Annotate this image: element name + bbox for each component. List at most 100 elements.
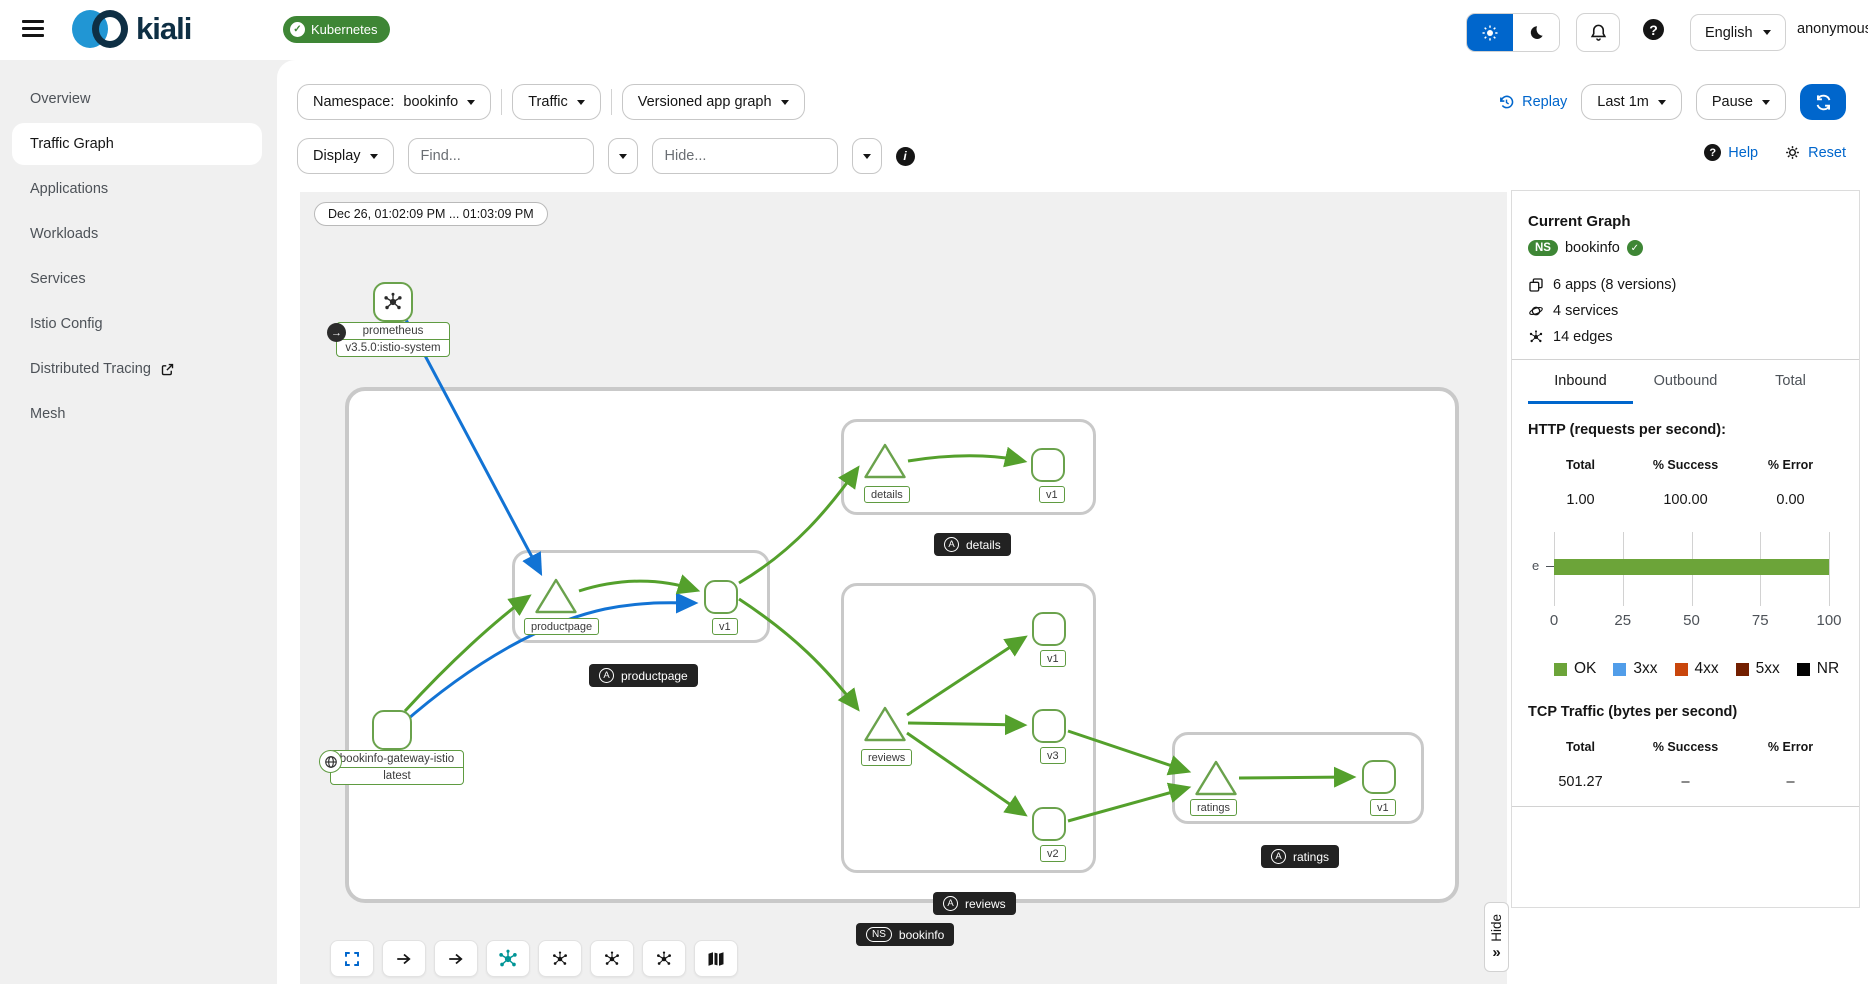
main-content: Namespace: bookinfo Traffic Versioned ap… [277,60,1868,984]
hide-options-button[interactable] [852,138,882,174]
node-version: latest [331,767,463,784]
layout-graph-button-4[interactable] [642,940,686,977]
details-v1-node[interactable] [1031,448,1065,482]
productpage-service-label[interactable]: productpage [524,618,599,635]
reviews-v2-node[interactable] [1032,807,1066,841]
legend-item-nr: NR [1797,660,1839,678]
legend-label: OK [1574,660,1596,678]
stat-services-label: 4 services [1553,303,1618,319]
reviews-service-label[interactable]: reviews [861,749,912,766]
replay-link[interactable]: Replay [1498,94,1567,111]
fit-view-button[interactable] [330,940,374,977]
find-input[interactable] [408,138,594,174]
layout-arrow-button-1[interactable] [382,940,426,977]
productpage-app-badge[interactable]: A productpage [589,664,698,687]
productpage-v1-label[interactable]: v1 [712,618,738,635]
reviews-v1-label[interactable]: v1 [1040,650,1066,667]
sidebar-item-distributed-tracing[interactable]: Distributed Tracing [12,348,262,390]
details-app-badge[interactable]: A details [934,533,1011,556]
gateway-node-label[interactable]: bookinfo-gateway-istio latest [330,750,464,785]
services-icon [1528,303,1544,319]
legend-swatch [1736,663,1749,676]
prometheus-node[interactable] [373,282,413,322]
hide-panel-button[interactable]: Hide » [1484,902,1509,972]
time-interval-dropdown[interactable]: Last 1m [1581,84,1682,120]
hide-input[interactable] [652,138,838,174]
reviews-service-node[interactable] [863,705,907,743]
display-dropdown[interactable]: Display [297,138,394,174]
sidebar-item-applications[interactable]: Applications [12,168,262,210]
col-success: % Success [1633,458,1738,472]
ratings-service-label[interactable]: ratings [1190,799,1237,816]
caret-down-icon [1762,100,1770,105]
tab-outbound[interactable]: Outbound [1633,360,1738,404]
layout-graph-button-2[interactable] [538,940,582,977]
productpage-v1-node[interactable] [704,580,738,614]
notifications-button[interactable] [1576,13,1620,52]
stat-edges: 14 edges [1528,326,1843,347]
namespace-graph-badge[interactable]: NS bookinfo [856,923,954,946]
sidebar-item-istio-config[interactable]: Istio Config [12,303,262,345]
ratings-v1-label[interactable]: v1 [1370,799,1396,816]
namespace-dropdown[interactable]: Namespace: bookinfo [297,84,491,120]
sidebar-item-services[interactable]: Services [12,258,262,300]
gateway-node[interactable] [372,710,412,750]
ratings-app-badge[interactable]: A ratings [1261,845,1339,868]
reviews-v1-node[interactable] [1032,612,1066,646]
layout-graph-button-3[interactable] [590,940,634,977]
col-success: % Success [1633,740,1738,754]
sidebar-item-workloads[interactable]: Workloads [12,213,262,255]
username-label: anonymous [1797,21,1868,37]
prometheus-node-label[interactable]: → prometheus v3.5.0:istio-system [336,322,450,357]
reset-link[interactable]: Reset [1784,144,1846,161]
ratings-v1-node[interactable] [1362,760,1396,794]
sidebar-item-traffic-graph[interactable]: Traffic Graph [12,123,262,165]
legend-swatch [1613,663,1626,676]
legend-label: 3xx [1633,660,1657,678]
details-service-label[interactable]: details [864,486,910,503]
find-options-button[interactable] [608,138,638,174]
sidebar-item-overview[interactable]: Overview [12,78,262,120]
sidebar-nav: Overview Traffic Graph Applications Work… [0,60,275,984]
tab-total[interactable]: Total [1738,360,1843,404]
help-circle-icon[interactable]: ? [1643,19,1664,40]
x-tick: 100 [1816,612,1841,629]
app-badge-icon: A [599,668,614,683]
minimap-button[interactable] [694,940,738,977]
traffic-graph-canvas[interactable]: Dec 26, 01:02:09 PM ... 01:03:09 PM [300,192,1507,984]
toolbar-separator [501,89,502,115]
traffic-dropdown[interactable]: Traffic [512,84,600,120]
http-error-value: 0.00 [1738,492,1843,508]
panel-namespace-name[interactable]: bookinfo [1565,240,1620,256]
double-chevron-right-icon: » [1492,945,1500,960]
pause-dropdown[interactable]: Pause [1696,84,1786,120]
legend-swatch [1675,663,1688,676]
dark-theme-button[interactable] [1513,14,1559,51]
details-v1-label[interactable]: v1 [1039,486,1065,503]
graph-toolbar-time: Replay Last 1m Pause [1498,84,1846,120]
sidebar-item-mesh[interactable]: Mesh [12,393,262,435]
graph-type-dropdown-label: Versioned app graph [638,94,772,110]
find-hide-info-icon[interactable]: i [896,147,915,166]
reviews-v3-node[interactable] [1032,709,1066,743]
theme-toggle [1466,13,1560,52]
ratings-service-node[interactable] [1194,759,1238,797]
app-badge-label: ratings [1293,850,1329,864]
hamburger-menu-icon[interactable] [22,20,44,38]
reviews-v2-label[interactable]: v2 [1040,845,1066,862]
panel-divider [1512,806,1859,807]
graph-type-dropdown[interactable]: Versioned app graph [622,84,805,120]
tab-inbound[interactable]: Inbound [1528,360,1633,404]
productpage-service-node[interactable] [534,577,578,615]
sidebar-item-label: Applications [30,181,108,197]
layout-graph-button-active[interactable] [486,940,530,977]
reviews-v3-label[interactable]: v3 [1040,747,1066,764]
details-service-node[interactable] [863,442,907,480]
language-dropdown[interactable]: English [1690,14,1786,51]
refresh-button[interactable] [1800,84,1846,120]
help-link[interactable]: ? Help [1704,144,1758,161]
light-theme-button[interactable] [1467,14,1513,51]
reviews-app-badge[interactable]: A reviews [933,892,1016,915]
layout-arrow-button-2[interactable] [434,940,478,977]
app-badge-icon: A [1271,849,1286,864]
